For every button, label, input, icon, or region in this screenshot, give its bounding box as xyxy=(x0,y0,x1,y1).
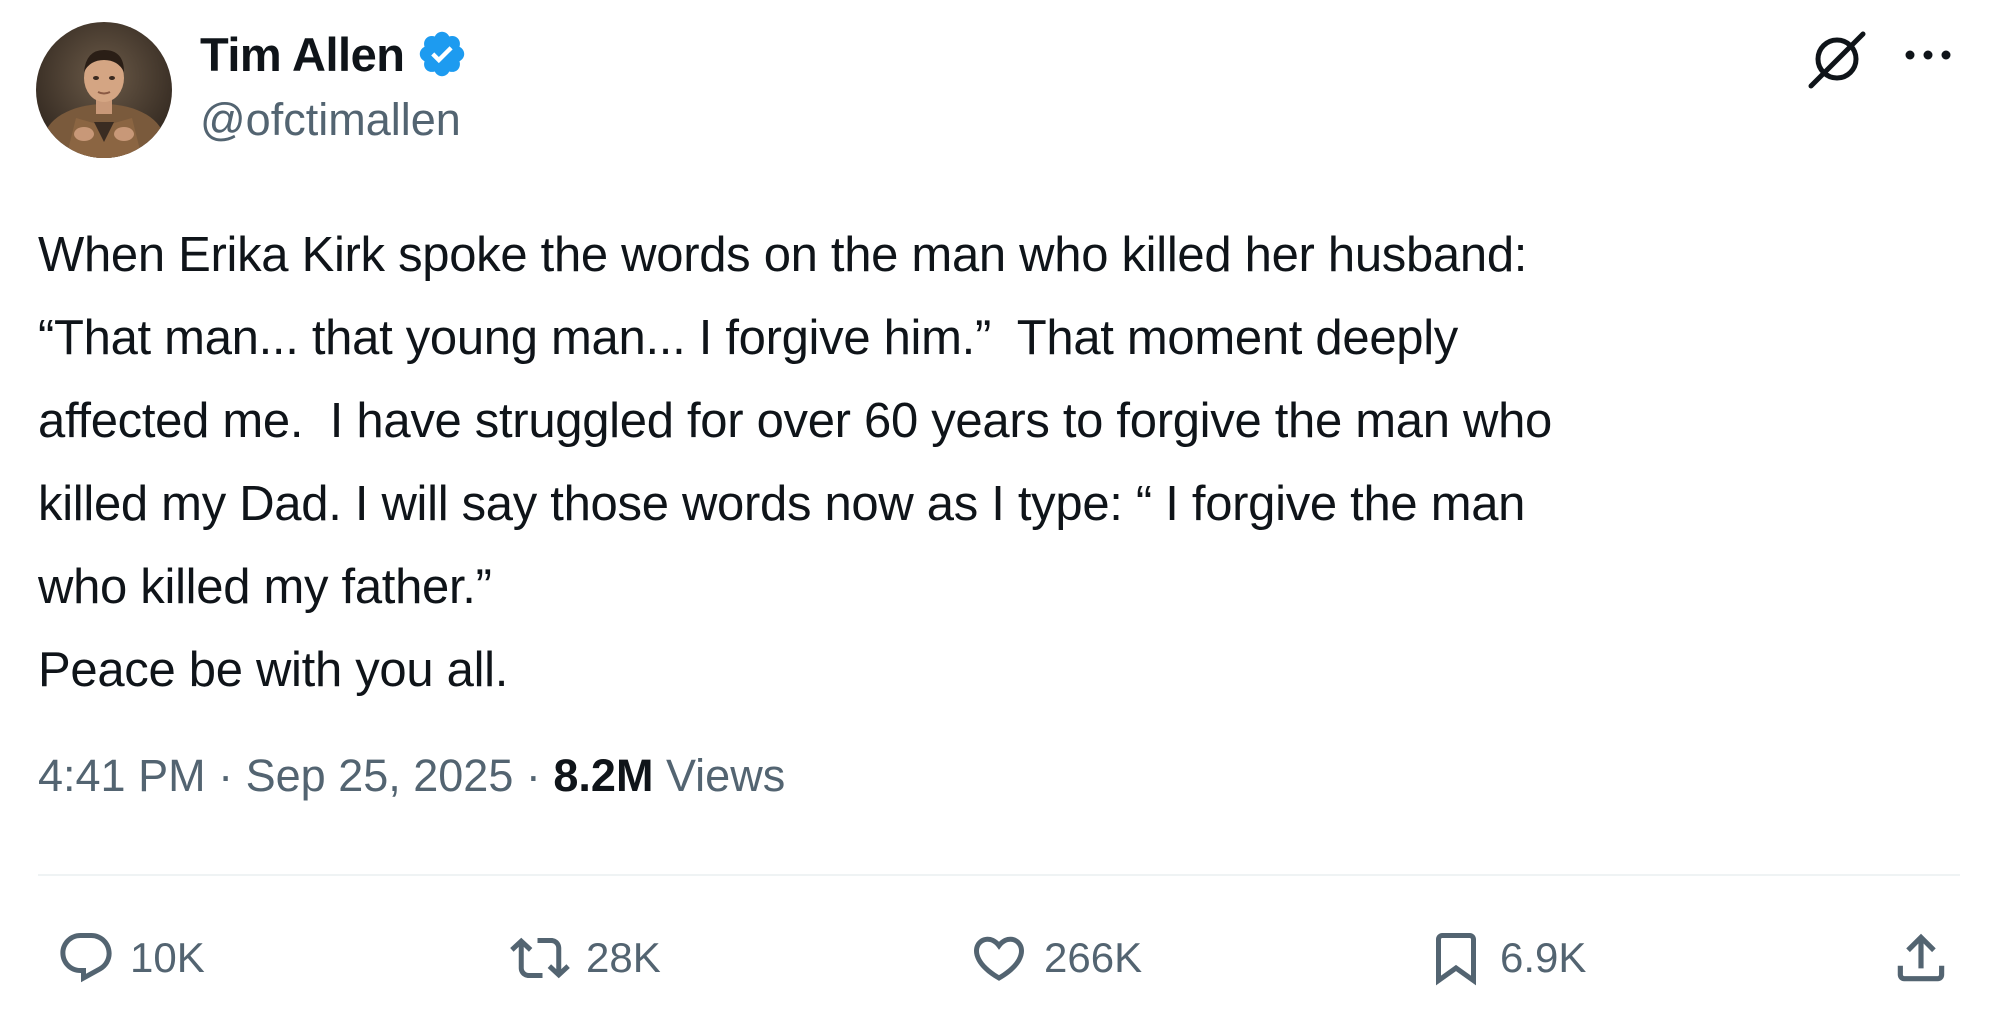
author-name-row[interactable]: Tim Allen xyxy=(200,26,468,82)
author-handle[interactable]: @ofctimallen xyxy=(200,94,461,146)
avatar[interactable] xyxy=(36,22,172,158)
meta-separator: · xyxy=(218,750,234,801)
tweet-card: Tim Allen @ofctimallen When Erika Kirk s… xyxy=(0,0,2000,1020)
tweet-date[interactable]: Sep 25, 2025 xyxy=(246,750,514,801)
views-label: Views xyxy=(665,750,786,801)
heart-icon xyxy=(973,936,1025,981)
divider xyxy=(38,874,1960,876)
share-button[interactable] xyxy=(1890,918,1952,998)
bookmark-button[interactable]: 6.9K xyxy=(1426,918,1586,998)
like-count: 266K xyxy=(1044,934,1143,981)
author-display-name[interactable]: Tim Allen xyxy=(200,27,405,82)
views-link[interactable]: 8.2M Views xyxy=(553,750,785,801)
reply-button[interactable]: 10K xyxy=(56,918,205,998)
reply-count: 10K xyxy=(130,934,205,981)
avatar-photo xyxy=(36,22,172,158)
views-count: 8.2M xyxy=(553,750,654,801)
repost-button[interactable]: 28K xyxy=(508,918,661,998)
bookmark-icon xyxy=(1436,933,1476,986)
tweet-text: When Erika Kirk spoke the words on the m… xyxy=(38,228,1552,697)
tweet-time[interactable]: 4:41 PM xyxy=(38,750,206,801)
action-bar: 10K 28K 266K 6.9K xyxy=(0,918,2000,998)
repost-count: 28K xyxy=(586,934,661,981)
more-icon[interactable] xyxy=(1898,40,1958,70)
grok-icon[interactable] xyxy=(1805,28,1869,90)
meta-separator: · xyxy=(525,750,541,801)
bookmark-count: 6.9K xyxy=(1500,934,1587,981)
share-icon xyxy=(1897,933,1945,982)
reply-icon xyxy=(60,933,112,983)
verified-badge-icon[interactable] xyxy=(416,28,468,80)
repost-icon xyxy=(510,937,570,979)
tweet-meta: 4:41 PM · Sep 25, 2025 · 8.2M Views xyxy=(38,750,785,802)
like-button[interactable]: 266K xyxy=(968,918,1142,998)
